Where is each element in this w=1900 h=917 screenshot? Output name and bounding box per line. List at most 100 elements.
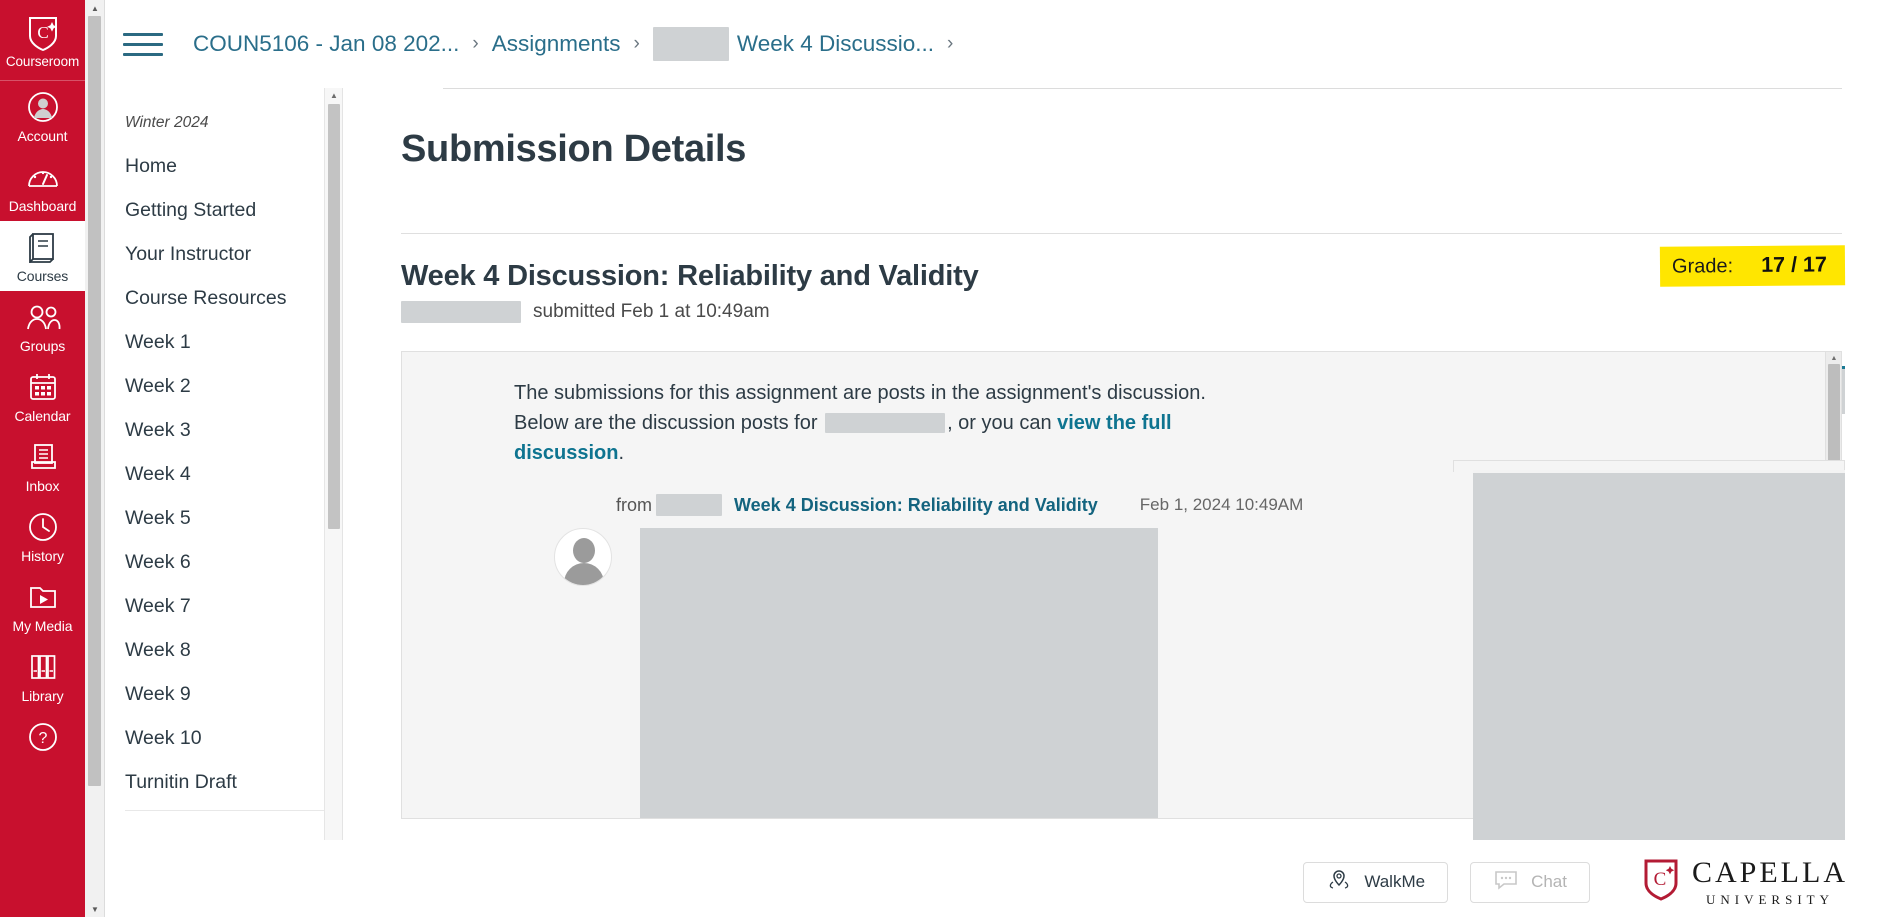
- scroll-up-arrow-icon[interactable]: ▲: [1826, 352, 1841, 364]
- speedometer-icon: [27, 160, 59, 194]
- course-nav-item-week-4[interactable]: Week 4: [105, 452, 342, 496]
- sidebar-item-calendar[interactable]: Calendar: [0, 361, 85, 431]
- sidebar-item-account[interactable]: Account: [0, 81, 85, 151]
- page-title: Submission Details: [401, 128, 747, 170]
- course-nav-item-your-instructor[interactable]: Your Instructor: [105, 232, 342, 276]
- submission-title: Week 4 Discussion: Reliability and Valid…: [401, 260, 979, 292]
- page-container: COUN5106 - Jan 08 202... › Assignments ›…: [85, 0, 1900, 917]
- book-icon: [28, 230, 58, 264]
- course-navigation-sidebar: Winter 2024 Home Getting Started Your In…: [105, 88, 343, 917]
- discussion-intro: The submissions for this assignment are …: [514, 378, 1254, 468]
- sidebar-item-label: History: [21, 548, 64, 564]
- help-question-icon: ?: [28, 720, 58, 754]
- discussion-intro-part2: , or you can: [947, 412, 1058, 434]
- redacted-student-name: [401, 301, 521, 323]
- course-nav-item-week-3[interactable]: Week 3: [105, 408, 342, 452]
- course-nav-scrollbar[interactable]: ▲: [324, 88, 342, 917]
- course-nav-item-week-9[interactable]: Week 9: [105, 672, 342, 716]
- redacted-author-name: [656, 494, 722, 516]
- discussion-intro-end: .: [618, 442, 625, 464]
- course-nav-item-week-2[interactable]: Week 2: [105, 364, 342, 408]
- user-circle-icon: [27, 90, 59, 124]
- walkme-label: WalkMe: [1364, 872, 1426, 891]
- grade-label: Grade:: [1672, 255, 1734, 278]
- sidebar-item-help[interactable]: ?: [0, 711, 85, 761]
- books-icon: [28, 650, 58, 684]
- course-nav-item-getting-started[interactable]: Getting Started: [105, 188, 342, 232]
- sidebar-item-label: My Media: [12, 618, 73, 634]
- status-badge: Grade: 17 / 17: [1659, 245, 1846, 287]
- hamburger-menu-icon[interactable]: [123, 24, 163, 64]
- breadcrumb-item-course[interactable]: COUN5106 - Jan 08 202...: [193, 31, 459, 57]
- post-timestamp: Feb 1, 2024 10:49AM: [1139, 495, 1304, 514]
- scroll-up-arrow-icon[interactable]: ▲: [85, 0, 105, 16]
- avatar-head: [573, 538, 595, 563]
- sidebar-item-courseroom[interactable]: C Courseroom: [0, 0, 85, 80]
- course-nav-item-week-7[interactable]: Week 7: [105, 584, 342, 628]
- browser-vertical-scrollbar[interactable]: ▲ ▼: [85, 0, 105, 917]
- redacted-post-content: [640, 528, 1158, 818]
- scroll-up-arrow-icon[interactable]: ▲: [325, 88, 342, 103]
- breadcrumb-separator-icon: ›: [633, 33, 640, 54]
- inbox-tray-icon: [28, 440, 58, 474]
- sidebar-item-dashboard[interactable]: Dashboard: [0, 151, 85, 221]
- redacted-name-block: [652, 27, 729, 61]
- course-nav-item-week-10[interactable]: Week 10: [105, 716, 342, 760]
- scroll-down-arrow-icon[interactable]: ▼: [85, 901, 105, 917]
- content-divider: [401, 233, 1842, 234]
- capella-university-logo: C CAPELLA UNIVERSITY: [1642, 858, 1848, 907]
- video-folder-icon: [28, 580, 58, 614]
- sidebar-item-label: Inbox: [25, 478, 60, 494]
- course-nav-item-week-1[interactable]: Week 1: [105, 320, 342, 364]
- walkme-pin-icon: [1326, 869, 1352, 896]
- chat-button[interactable]: Chat: [1470, 861, 1590, 903]
- sidebar-item-label: Library: [21, 688, 64, 704]
- default-user-avatar-icon: [554, 528, 612, 586]
- submission-meta: submitted Feb 1 at 10:49am: [401, 301, 1842, 323]
- chat-bubble-icon: [1493, 869, 1519, 896]
- sidebar-item-library[interactable]: Library: [0, 641, 85, 711]
- avatar-torso: [564, 563, 604, 585]
- course-nav-item-turnitin-draft[interactable]: Turnitin Draft: [105, 760, 342, 804]
- breadcrumb-bar: COUN5106 - Jan 08 202... › Assignments ›…: [105, 0, 1900, 88]
- capella-shield-logo-icon: C: [26, 16, 60, 51]
- course-nav-item-course-resources[interactable]: Course Resources: [105, 276, 342, 320]
- global-navigation-sidebar: C Courseroom Account Dashboard Courses G…: [0, 0, 85, 917]
- scrollbar-thumb[interactable]: [328, 104, 340, 529]
- capella-wordmark: CAPELLA UNIVERSITY: [1692, 856, 1848, 907]
- main-content: Submission Details Grade: 17 / 17 Week 4…: [343, 88, 1900, 917]
- sidebar-item-label: Groups: [19, 338, 66, 354]
- sidebar-item-label: Courses: [16, 268, 69, 284]
- breadcrumb-item-assignments[interactable]: Assignments: [492, 31, 621, 57]
- sidebar-item-inbox[interactable]: Inbox: [0, 431, 85, 501]
- clock-icon: [28, 510, 58, 544]
- breadcrumb: COUN5106 - Jan 08 202... › Assignments ›…: [193, 27, 966, 61]
- sidebar-item-label: Courseroom: [5, 54, 80, 69]
- breadcrumb-separator-icon: ›: [472, 33, 479, 54]
- course-nav-item-home[interactable]: Home: [105, 144, 342, 188]
- redacted-student-name: [825, 413, 946, 433]
- sidebar-item-history[interactable]: History: [0, 501, 85, 571]
- course-nav-item-week-6[interactable]: Week 6: [105, 540, 342, 584]
- grade-badge: Grade: 17 / 17: [1659, 245, 1846, 287]
- course-nav-item-week-8[interactable]: Week 8: [105, 628, 342, 672]
- calendar-icon: [28, 370, 58, 404]
- svg-text:C: C: [37, 23, 48, 42]
- sidebar-item-courses[interactable]: Courses: [0, 221, 85, 291]
- submission-timestamp: submitted Feb 1 at 10:49am: [533, 301, 770, 322]
- walkme-button[interactable]: WalkMe: [1303, 861, 1449, 903]
- capella-sub: UNIVERSITY: [1706, 892, 1834, 907]
- scrollbar-thumb[interactable]: [88, 16, 101, 786]
- course-nav-item-week-5[interactable]: Week 5: [105, 496, 342, 540]
- page-footer: WalkMe Chat C CAPELLA UNIVERSITY: [105, 846, 1900, 917]
- canvas-lms-submission-details-page: C Courseroom Account Dashboard Courses G…: [0, 0, 1900, 917]
- people-icon: [25, 300, 61, 334]
- sidebar-item-my-media[interactable]: My Media: [0, 571, 85, 641]
- course-nav-divider: [125, 810, 326, 811]
- sidebar-item-groups[interactable]: Groups: [0, 291, 85, 361]
- capella-name: CAPELLA: [1692, 856, 1848, 889]
- breadcrumb-item-assignment[interactable]: Week 4 Discussio...: [737, 31, 934, 57]
- sidebar-item-label: Dashboard: [8, 198, 77, 214]
- grade-value: 17 / 17: [1761, 252, 1828, 277]
- post-title-link[interactable]: Week 4 Discussion: Reliability and Valid…: [734, 495, 1098, 516]
